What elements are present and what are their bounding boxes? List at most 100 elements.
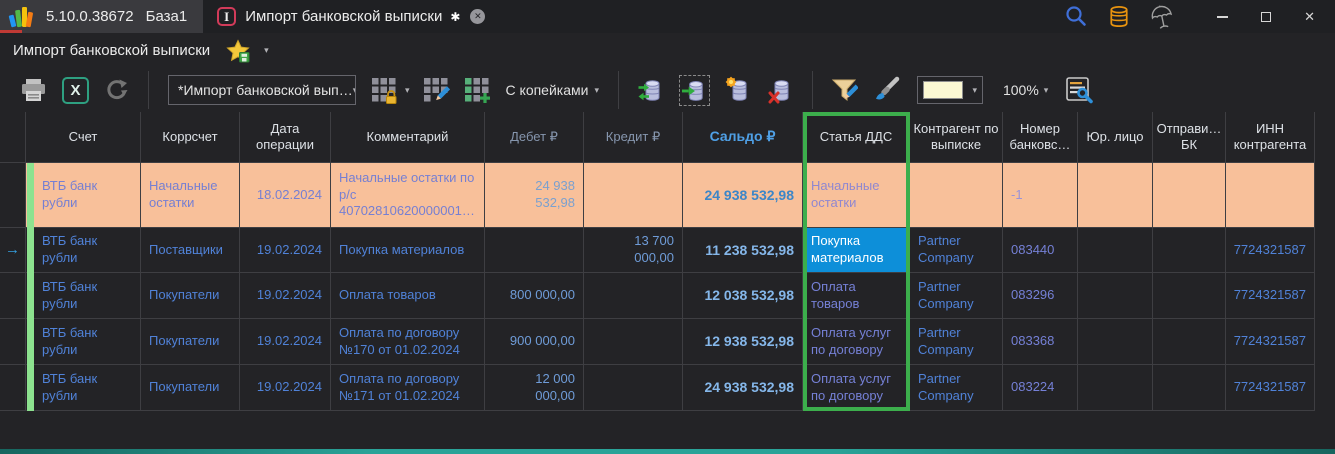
cell-entity[interactable] bbox=[1078, 319, 1153, 365]
row-marker[interactable] bbox=[0, 163, 26, 228]
cell-inn[interactable]: 7724321587 bbox=[1226, 228, 1315, 273]
cell-account[interactable]: ВТБ банк рубли bbox=[26, 365, 141, 411]
cell-counterparty[interactable] bbox=[910, 163, 1003, 228]
cell-date[interactable]: 19.02.2024 bbox=[240, 365, 331, 411]
cell-sender[interactable] bbox=[1153, 273, 1226, 319]
database-icon[interactable] bbox=[1106, 4, 1132, 30]
cell-comment[interactable]: Оплата товаров bbox=[331, 273, 485, 319]
cell-corr[interactable]: Покупатели bbox=[141, 365, 240, 411]
column-header-credit[interactable]: Кредит ₽ bbox=[584, 112, 683, 163]
tab-close-icon[interactable]: ✕ bbox=[470, 9, 485, 24]
column-header-dds[interactable]: Статья ДДС bbox=[803, 112, 910, 163]
cell-counterparty[interactable]: Partner Company bbox=[910, 365, 1003, 411]
database-name[interactable]: База1 bbox=[146, 8, 188, 25]
column-header-corr[interactable]: Коррсчет bbox=[141, 112, 240, 163]
cell-entity[interactable] bbox=[1078, 163, 1153, 228]
refresh-button[interactable] bbox=[103, 77, 130, 104]
cell-counterparty[interactable]: Partner Company bbox=[910, 273, 1003, 319]
favorite-star-icon[interactable] bbox=[226, 39, 250, 63]
db-import-button[interactable] bbox=[679, 75, 710, 106]
cell-date[interactable]: 19.02.2024 bbox=[240, 228, 331, 273]
column-header-debit[interactable]: Дебет ₽ bbox=[485, 112, 584, 163]
cell-counterparty[interactable]: Partner Company bbox=[910, 319, 1003, 365]
cell-doc_number[interactable]: 083224 bbox=[1003, 365, 1078, 411]
cell-counterparty[interactable]: Partner Company bbox=[910, 228, 1003, 273]
cell-entity[interactable] bbox=[1078, 273, 1153, 319]
cell-corr[interactable]: Покупатели bbox=[141, 319, 240, 365]
cell-entity[interactable] bbox=[1078, 365, 1153, 411]
cell-doc_number[interactable]: 083440 bbox=[1003, 228, 1078, 273]
cell-doc_number[interactable]: 083296 bbox=[1003, 273, 1078, 319]
cell-dds[interactable]: Начальные остатки bbox=[803, 163, 910, 228]
tab-bank-import[interactable]: I Импорт банковской выписки ✱ ✕ bbox=[203, 0, 495, 33]
cell-date[interactable]: 19.02.2024 bbox=[240, 273, 331, 319]
column-header-counterparty[interactable]: Контрагент по выписке bbox=[910, 112, 1003, 163]
cell-account[interactable]: ВТБ банк рубли bbox=[26, 319, 141, 365]
table-settings-button[interactable] bbox=[1065, 76, 1094, 104]
cell-saldo[interactable]: 24 938 532,98 bbox=[683, 163, 803, 228]
cell-credit[interactable] bbox=[584, 365, 683, 411]
cell-credit[interactable]: 13 700 000,00 bbox=[584, 228, 683, 273]
cell-account[interactable]: ВТБ банк рубли bbox=[26, 273, 141, 319]
kopecks-dropdown[interactable]: С копейками ▾ bbox=[506, 82, 599, 98]
color-picker-dropdown[interactable]: ▾ bbox=[917, 76, 983, 104]
view-selector-dropdown[interactable]: *Импорт банковской вып… ▾ bbox=[168, 75, 356, 105]
cell-corr[interactable]: Поставщики bbox=[141, 228, 240, 273]
grid-add-column-button[interactable] bbox=[464, 77, 491, 104]
cell-corr[interactable]: Начальные остатки bbox=[141, 163, 240, 228]
cell-corr[interactable]: Покупатели bbox=[141, 273, 240, 319]
vacation-umbrella-icon[interactable] bbox=[1149, 4, 1175, 30]
cell-sender[interactable] bbox=[1153, 228, 1226, 273]
cell-comment[interactable]: Оплата по договору №171 от 01.02.2024 bbox=[331, 365, 485, 411]
cell-doc_number[interactable]: -1 bbox=[1003, 163, 1078, 228]
cell-saldo[interactable]: 12 938 532,98 bbox=[683, 319, 803, 365]
cell-account[interactable]: ВТБ банк рубли bbox=[26, 163, 141, 228]
cell-date[interactable]: 18.02.2024 bbox=[240, 163, 331, 228]
excel-export-button[interactable]: X bbox=[62, 77, 89, 104]
cell-dds[interactable]: Оплата услуг по договору bbox=[803, 365, 910, 411]
cell-debit[interactable]: 800 000,00 bbox=[485, 273, 584, 319]
row-marker[interactable] bbox=[0, 319, 26, 365]
cell-dds[interactable]: Оплата товаров bbox=[803, 273, 910, 319]
column-header-comment[interactable]: Комментарий bbox=[331, 112, 485, 163]
close-button[interactable]: ✕ bbox=[1304, 9, 1315, 25]
zoom-dropdown[interactable]: 100% ▾ bbox=[1003, 82, 1048, 98]
cell-saldo[interactable]: 11 238 532,98 bbox=[683, 228, 803, 273]
column-header-selector[interactable] bbox=[0, 112, 26, 163]
cell-debit[interactable] bbox=[485, 228, 584, 273]
cell-sender[interactable] bbox=[1153, 365, 1226, 411]
row-marker[interactable] bbox=[0, 365, 26, 411]
cell-inn[interactable]: 7724321587 bbox=[1226, 273, 1315, 319]
cell-account[interactable]: ВТБ банк рубли bbox=[26, 228, 141, 273]
format-brush-button[interactable] bbox=[872, 76, 900, 104]
chevron-down-icon[interactable]: ▾ bbox=[264, 46, 269, 55]
chevron-down-icon[interactable]: ▾ bbox=[405, 86, 410, 95]
grid-lock-button[interactable] bbox=[371, 77, 398, 104]
cell-debit[interactable]: 900 000,00 bbox=[485, 319, 584, 365]
cell-credit[interactable] bbox=[584, 319, 683, 365]
cell-saldo[interactable]: 24 938 532,98 bbox=[683, 365, 803, 411]
maximize-button[interactable] bbox=[1261, 12, 1271, 22]
cell-inn[interactable]: 7724321587 bbox=[1226, 365, 1315, 411]
cell-debit[interactable]: 24 938 532,98 bbox=[485, 163, 584, 228]
column-header-saldo[interactable]: Сальдо ₽ bbox=[683, 112, 803, 163]
cell-entity[interactable] bbox=[1078, 228, 1153, 273]
cell-inn[interactable]: 7724321587 bbox=[1226, 319, 1315, 365]
cell-dds[interactable]: Покупка материалов bbox=[803, 228, 910, 273]
cell-comment[interactable]: Покупка материалов bbox=[331, 228, 485, 273]
cell-inn[interactable] bbox=[1226, 163, 1315, 228]
cell-debit[interactable]: 12 000 000,00 bbox=[485, 365, 584, 411]
filter-edit-button[interactable] bbox=[831, 77, 858, 104]
search-icon[interactable] bbox=[1064, 4, 1089, 29]
column-header-doc_number[interactable]: Номер банковс… bbox=[1003, 112, 1078, 163]
cell-comment[interactable]: Оплата по договору №170 от 01.02.2024 bbox=[331, 319, 485, 365]
print-button[interactable] bbox=[19, 77, 48, 104]
cell-doc_number[interactable]: 083368 bbox=[1003, 319, 1078, 365]
cell-date[interactable]: 19.02.2024 bbox=[240, 319, 331, 365]
cell-dds[interactable]: Оплата услуг по договору bbox=[803, 319, 910, 365]
cell-credit[interactable] bbox=[584, 163, 683, 228]
db-new-button[interactable] bbox=[724, 76, 752, 104]
minimize-button[interactable] bbox=[1217, 16, 1228, 18]
row-marker[interactable] bbox=[0, 273, 26, 319]
cell-saldo[interactable]: 12 038 532,98 bbox=[683, 273, 803, 319]
